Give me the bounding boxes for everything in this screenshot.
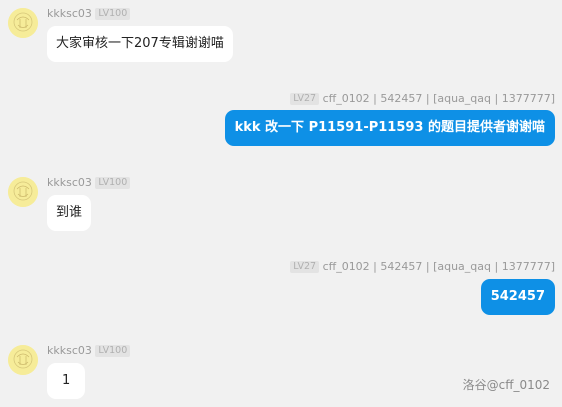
user-avatar-icon[interactable] [8,8,38,38]
message-bubble: 到谁 [47,195,92,231]
sender-name[interactable]: cff_0102 | 542457 | [aqua_qaq | 1377777] [323,260,555,273]
watermark: 洛谷@cff_0102 [462,378,550,392]
message-bubble: 大家审核一下207专辑谢谢喵 [47,26,233,62]
message-meta: LV27 cff_0102 | 542457 | [aqua_qaq | 137… [290,260,555,274]
message-meta: kkksc03 LV100 [47,7,131,21]
sender-name[interactable]: kkksc03 [47,176,92,189]
user-avatar-icon[interactable] [8,177,38,207]
level-badge: LV27 [290,93,320,105]
message-bubble: kkk 改一下 P11591-P11593 的题目提供者谢谢喵 [224,110,555,146]
message-meta: kkksc03 LV100 [47,176,131,190]
message-bubble: 1 [47,363,86,399]
message-meta: kkksc03 LV100 [47,344,131,358]
sender-name[interactable]: kkksc03 [47,7,92,20]
sender-name[interactable]: cff_0102 | 542457 | [aqua_qaq | 1377777] [323,92,555,105]
sender-name[interactable]: kkksc03 [47,344,92,357]
level-badge: LV100 [95,8,131,20]
user-avatar-icon[interactable] [8,345,38,375]
level-badge: LV100 [95,177,131,189]
level-badge: LV27 [290,261,320,273]
message-bubble: 542457 [480,279,555,315]
message-meta: LV27 cff_0102 | 542457 | [aqua_qaq | 137… [290,92,555,106]
level-badge: LV100 [95,345,131,357]
